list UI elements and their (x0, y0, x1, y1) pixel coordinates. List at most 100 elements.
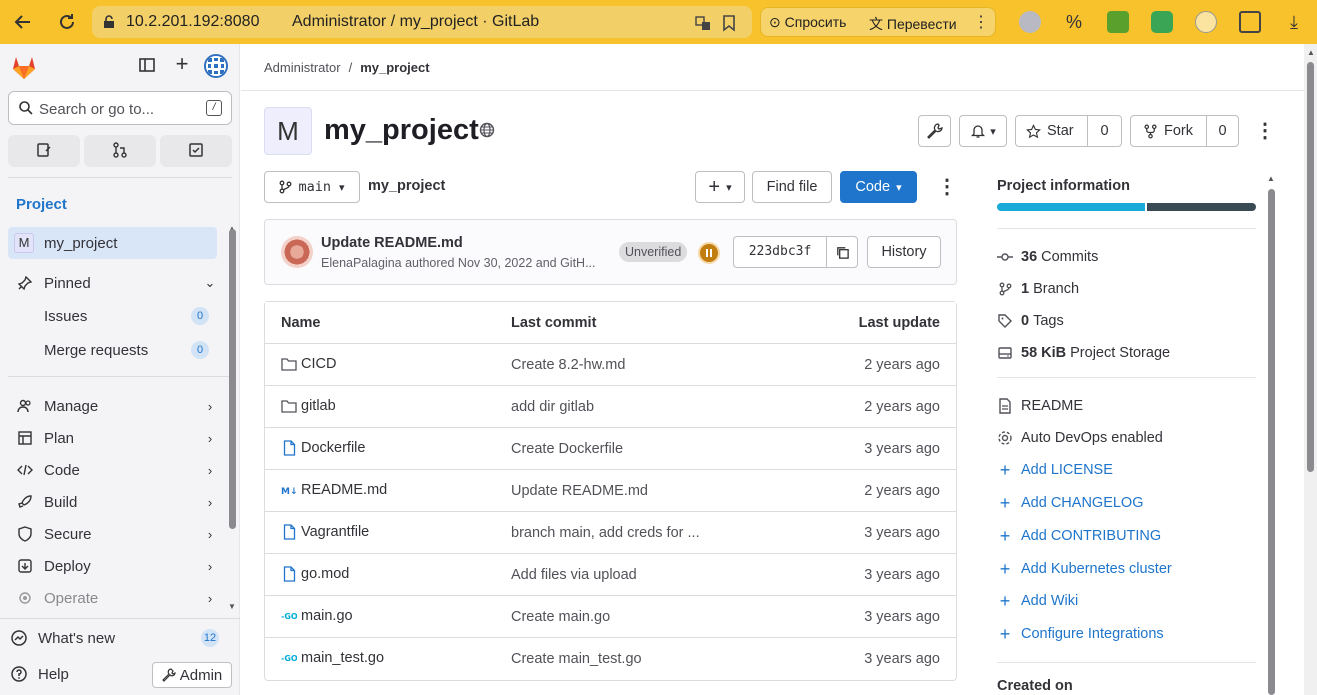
notifications-dropdown[interactable]: ▾ (959, 115, 1007, 147)
table-row[interactable]: -GO main.go Create main.go 3 years ago (265, 596, 956, 638)
sidebar-item-issues[interactable]: Issues (44, 308, 87, 325)
todo-quick-button[interactable] (160, 135, 232, 167)
fork-count[interactable]: 0 (1206, 115, 1239, 147)
issues-quick-button[interactable] (8, 135, 80, 167)
merge-requests-quick-button[interactable] (84, 135, 156, 167)
gitlab-logo-icon[interactable] (10, 53, 38, 81)
translate-button[interactable]: 文 Перевести (869, 14, 957, 34)
file-last-commit-link[interactable]: Create main.go (511, 609, 610, 625)
shield-extension-icon[interactable] (1151, 11, 1173, 33)
file-last-commit-link[interactable]: add dir gitlab (511, 399, 594, 415)
download-icon[interactable]: ⤓ (1283, 11, 1305, 33)
file-last-commit-link[interactable]: Create main_test.go (511, 651, 642, 667)
search-input[interactable]: Search or go to... / (8, 91, 232, 125)
user-avatar[interactable] (204, 54, 228, 78)
bookmark-icon[interactable] (718, 12, 740, 34)
percent-extension-icon[interactable]: % (1063, 11, 1085, 33)
tabs-icon[interactable] (1239, 11, 1261, 33)
ask-button[interactable]: ⊙ Спросить (769, 14, 846, 31)
table-row[interactable]: go.mod Add files via upload 3 years ago (265, 554, 956, 596)
pipeline-paused-icon[interactable] (698, 242, 720, 264)
sidebar-item-operate[interactable]: Operate › (16, 586, 216, 610)
page-scrollbar-thumb[interactable] (1307, 62, 1314, 472)
table-row[interactable]: Vagrantfile branch main, add creds for ..… (265, 512, 956, 554)
disabled-extension-icon[interactable] (1195, 11, 1217, 33)
repository-languages-bar[interactable] (997, 203, 1256, 211)
star-count[interactable]: 0 (1087, 115, 1122, 147)
table-row[interactable]: Dockerfile Create Dockerfile 3 years ago (265, 428, 956, 470)
storage-link[interactable]: 58 KiB Project Storage (997, 345, 1170, 361)
repo-more-actions-icon[interactable]: ⋮ (937, 177, 957, 197)
back-arrow-icon[interactable] (12, 11, 34, 33)
file-last-commit-link[interactable]: Create Dockerfile (511, 441, 623, 457)
translate-page-icon[interactable] (692, 12, 714, 34)
globe-extension-icon[interactable] (1019, 11, 1041, 33)
sidebar-item-manage[interactable]: Manage › (16, 394, 216, 418)
project-info-link[interactable]: + Add CHANGELOG (997, 493, 1144, 513)
help-button[interactable]: Help (10, 665, 69, 683)
whats-new-button[interactable]: What's new (10, 629, 115, 647)
table-row[interactable]: gitlab add dir gitlab 2 years ago (265, 386, 956, 428)
more-vert-icon[interactable]: ⋮ (973, 12, 989, 32)
file-name-link[interactable]: go.mod (281, 566, 349, 582)
file-name-link[interactable]: -GO main.go (281, 608, 353, 624)
scroll-up-arrow-icon[interactable]: ▲ (1267, 174, 1275, 183)
address-url[interactable]: 10.2.201.192:8080 (126, 13, 259, 31)
table-row[interactable]: -GO main_test.go Create main_test.go 3 year… (265, 638, 956, 680)
sidebar-item-build[interactable]: Build › (16, 490, 216, 514)
readme-link[interactable]: README (997, 398, 1083, 414)
file-name-link[interactable]: CICD (281, 356, 336, 372)
reload-icon[interactable] (56, 11, 78, 33)
sidebar-item-deploy[interactable]: Deploy › (16, 554, 216, 578)
file-name-link[interactable]: gitlab (281, 398, 336, 414)
site-info-icon[interactable] (100, 13, 118, 31)
history-button[interactable]: History (867, 236, 941, 268)
project-info-link[interactable]: + Configure Integrations (997, 624, 1164, 644)
project-info-link[interactable]: + Add Wiki (997, 591, 1078, 611)
add-to-tree-dropdown[interactable]: + ▾ (695, 171, 745, 203)
settings-button[interactable] (918, 115, 951, 147)
auto-devops-link[interactable]: Auto DevOps enabled (997, 430, 1163, 446)
sidebar-item-code[interactable]: Code › (16, 458, 216, 482)
fork-button[interactable]: Fork (1130, 115, 1207, 147)
info-panel-scrollbar[interactable] (1268, 189, 1275, 695)
commit-author-avatar[interactable] (281, 236, 313, 268)
file-name-link[interactable]: -GO main_test.go (281, 650, 384, 666)
project-info-link[interactable]: + Add LICENSE (997, 460, 1113, 480)
table-row[interactable]: M↓ README.md Update README.md 2 years ago (265, 470, 956, 512)
file-last-commit-link[interactable]: branch main, add creds for ... (511, 525, 700, 541)
branches-link[interactable]: 1 Branch (997, 281, 1079, 297)
sidebar-item-secure[interactable]: Secure › (16, 522, 216, 546)
commit-sha-button[interactable]: 223dbc3f (733, 236, 827, 268)
file-name-link[interactable]: Vagrantfile (281, 524, 369, 540)
scroll-down-arrow-icon[interactable]: ▼ (228, 602, 236, 611)
sidebar-toggle-icon[interactable] (138, 56, 158, 76)
commit-title-link[interactable]: Update README.md (321, 235, 463, 251)
find-file-button[interactable]: Find file (752, 171, 832, 203)
create-new-icon[interactable]: + (172, 53, 192, 75)
file-last-commit-link[interactable]: Add files via upload (511, 567, 637, 583)
copy-sha-icon[interactable] (826, 236, 858, 268)
scroll-up-arrow-icon[interactable]: ▲ (1307, 48, 1315, 57)
sidebar-item-merge-requests[interactable]: Merge requests (44, 342, 148, 359)
file-last-commit-link[interactable]: Create 8.2-hw.md (511, 357, 625, 373)
file-name-link[interactable]: Dockerfile (281, 440, 365, 456)
star-button[interactable]: Star (1015, 115, 1088, 147)
breadcrumb-item-project[interactable]: my_project (360, 60, 429, 75)
sidebar-item-pinned[interactable]: Pinned ⌄ (16, 271, 216, 295)
address-bar[interactable]: 10.2.201.192:8080 Administrator / my_pro… (92, 6, 752, 38)
file-last-commit-link[interactable]: Update README.md (511, 483, 648, 499)
page-scrollbar[interactable]: ▲ (1304, 44, 1317, 695)
sidebar-item-project[interactable]: M my_project (8, 227, 217, 259)
project-info-link[interactable]: + Add CONTRIBUTING (997, 526, 1161, 546)
admin-area-button[interactable]: Admin (152, 662, 232, 688)
code-dropdown-button[interactable]: Code ▾ (840, 171, 917, 203)
download-extension-icon[interactable] (1107, 11, 1129, 33)
repository-path[interactable]: my_project (368, 178, 445, 194)
unverified-badge[interactable]: Unverified (619, 242, 688, 262)
branch-selector[interactable]: main ▾ (264, 171, 360, 203)
tags-link[interactable]: 0 Tags (997, 313, 1064, 329)
commits-link[interactable]: 36 Commits (997, 249, 1098, 265)
project-info-link[interactable]: + Add Kubernetes cluster (997, 559, 1172, 579)
breadcrumb-item-administrator[interactable]: Administrator (264, 60, 341, 75)
